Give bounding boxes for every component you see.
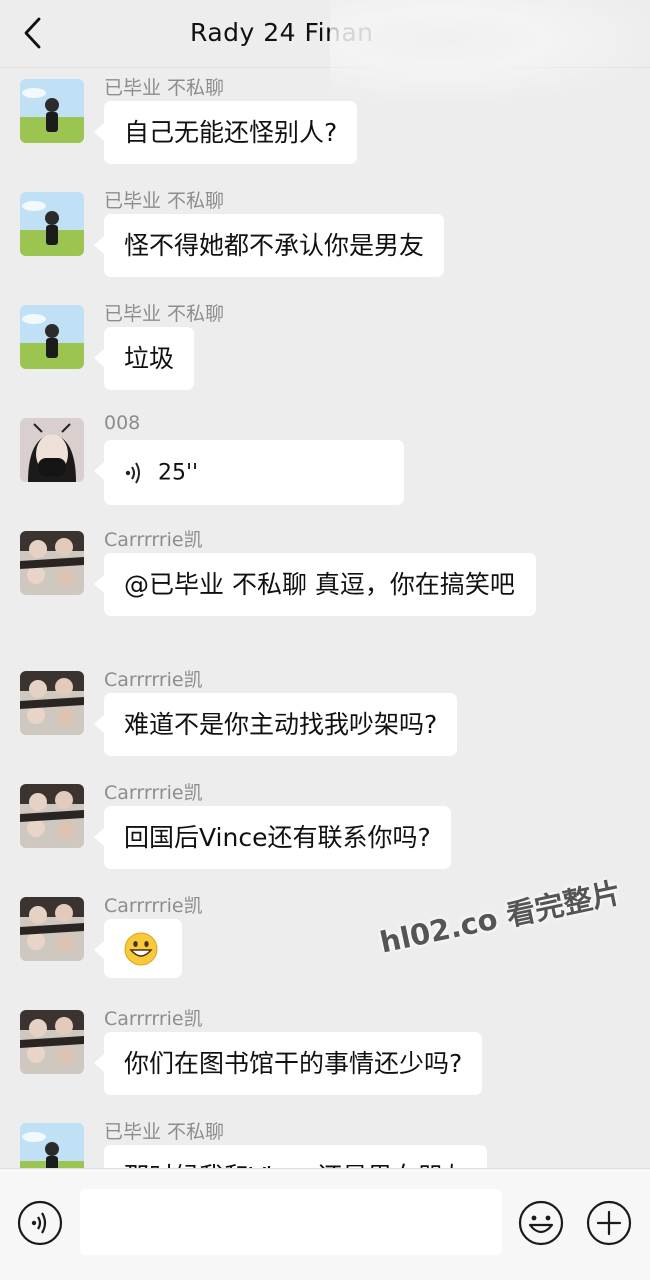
message-list[interactable]: 已毕业 不私聊 自己无能还怪别人? 已毕业 不私聊 怪不得她都不承认你是男友 已… xyxy=(0,68,650,1168)
sender-name: 008 xyxy=(104,412,141,434)
group-photo-avatar xyxy=(20,784,84,848)
message-bubble[interactable]: @已毕业 不私聊 真逗，你在搞笑吧 xyxy=(94,553,536,616)
voice-wave-icon xyxy=(125,462,140,484)
emoji-icon[interactable] xyxy=(517,1199,565,1247)
group-photo-avatar xyxy=(20,531,84,595)
message-bubble[interactable]: 那时候我和Vince还是男女朋友 xyxy=(93,1145,488,1168)
avatar[interactable] xyxy=(20,897,84,961)
group-photo-avatar xyxy=(20,1010,84,1074)
chat-title: Rady 24 Finan xyxy=(190,18,374,47)
sender-name: 已毕业 不私聊 xyxy=(104,1121,225,1143)
girl-mask-avatar xyxy=(20,418,84,482)
voice-duration: 25'' xyxy=(158,460,199,486)
message-input[interactable] xyxy=(80,1189,502,1255)
sender-name: 已毕业 不私聊 xyxy=(104,303,225,325)
avatar[interactable] xyxy=(20,79,84,143)
emoji-message-bubble[interactable] xyxy=(94,919,182,978)
chevron-left-icon[interactable] xyxy=(20,16,46,50)
sender-name: Carrrrrie凯 xyxy=(104,895,203,917)
avatar[interactable] xyxy=(20,418,84,482)
input-bar xyxy=(0,1168,650,1280)
voice-mode-icon[interactable] xyxy=(16,1199,64,1247)
avatar[interactable] xyxy=(20,192,84,256)
message-bubble[interactable]: 回国后Vince还有联系你吗? xyxy=(94,806,451,869)
message-bubble[interactable]: 难道不是你主动找我吵架吗? xyxy=(93,693,458,756)
avatar[interactable] xyxy=(20,671,84,735)
message-bubble[interactable]: 怪不得她都不承认你是男友 xyxy=(93,214,445,277)
sender-name: Carrrrrie凯 xyxy=(104,1008,203,1030)
group-photo-avatar xyxy=(20,897,84,961)
girl-meadow-avatar xyxy=(20,192,84,256)
message-bubble[interactable]: 你们在图书馆干的事情还少吗? xyxy=(93,1032,483,1095)
avatar[interactable] xyxy=(20,784,84,848)
grinning-face-icon xyxy=(124,932,158,966)
avatar[interactable] xyxy=(20,1123,84,1168)
chat-header: Rady 24 Finan xyxy=(0,0,650,68)
avatar[interactable] xyxy=(20,531,84,595)
plus-icon[interactable] xyxy=(585,1199,633,1247)
sender-name: 已毕业 不私聊 xyxy=(104,190,225,212)
message-bubble[interactable]: 自己无能还怪别人? xyxy=(93,101,358,164)
sender-name: Carrrrrie凯 xyxy=(104,669,203,691)
sender-name: Carrrrrie凯 xyxy=(104,782,203,804)
girl-meadow-avatar xyxy=(20,305,84,369)
sender-name: Carrrrrie凯 xyxy=(104,529,203,551)
girl-meadow-avatar xyxy=(20,1123,84,1168)
avatar[interactable] xyxy=(20,305,84,369)
girl-meadow-avatar xyxy=(20,79,84,143)
voice-message-bubble[interactable]: 25'' xyxy=(94,440,404,505)
message-bubble[interactable]: 垃圾 xyxy=(93,327,195,390)
group-photo-avatar xyxy=(20,671,84,735)
sender-name: 已毕业 不私聊 xyxy=(104,77,225,99)
avatar[interactable] xyxy=(20,1010,84,1074)
